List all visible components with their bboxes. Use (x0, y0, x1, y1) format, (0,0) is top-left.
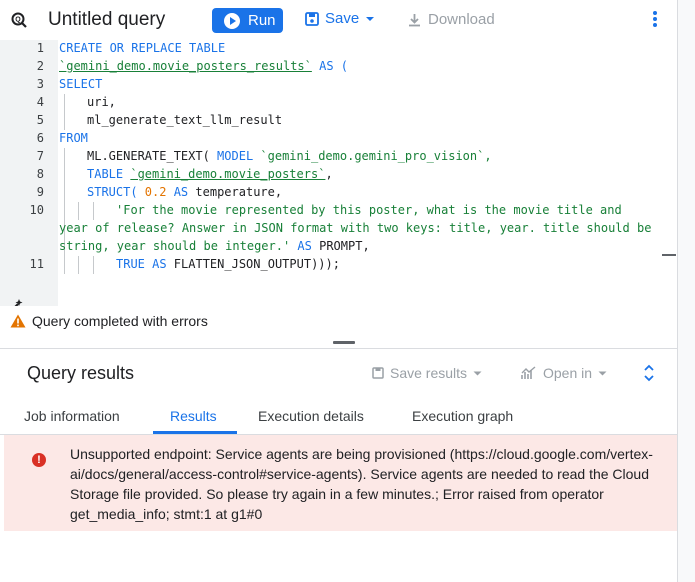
error-icon: ! (32, 453, 46, 467)
line-number: 10 (29, 203, 44, 217)
query-title[interactable]: Untitled query (48, 9, 165, 31)
code-line: 'For the movie represented by this poste… (116, 203, 622, 217)
warning-icon (10, 314, 26, 328)
code-line: `gemini_demo.movie_posters_results` AS ( (59, 59, 348, 73)
save-button[interactable]: Save (305, 10, 375, 27)
query-results-panel: Query results Save results Open in Job i… (0, 348, 677, 582)
download-label: Download (428, 11, 495, 28)
code-line: ML.GENERATE_TEXT( MODEL `gemini_demo.gem… (87, 149, 492, 163)
chevron-down-icon (598, 371, 607, 375)
status-text: Query completed with errors (32, 313, 208, 329)
run-button[interactable]: Run (212, 8, 283, 33)
unfold-icon[interactable] (642, 363, 656, 383)
results-tabs: Job information Results Execution detail… (0, 399, 677, 435)
open-in-label: Open in (543, 365, 593, 381)
code-line: STRUCT( 0.2 AS temperature, (87, 185, 283, 199)
line-number: 9 (36, 185, 44, 199)
code-area[interactable]: CREATE OR REPLACE TABLE `gemini_demo.mov… (58, 40, 662, 306)
line-number: 3 (36, 77, 44, 91)
line-number: 1 (36, 41, 44, 55)
tab-job-information[interactable]: Job information (24, 408, 120, 424)
more-vert-icon[interactable] (651, 11, 659, 31)
run-label: Run (248, 12, 276, 29)
line-number: 7 (36, 149, 44, 163)
side-panel-edge (677, 0, 695, 582)
play-icon (224, 12, 240, 29)
error-message-box: ! Unsupported endpoint: Service agents a… (4, 435, 677, 531)
results-title: Query results (27, 363, 135, 383)
code-line: TRUE AS FLATTEN_JSON_OUTPUT))); (116, 257, 340, 271)
save-results-label: Save results (390, 365, 468, 381)
svg-text:Q: Q (15, 17, 21, 24)
tab-execution-graph[interactable]: Execution graph (412, 408, 513, 424)
query-status: Query completed with errors (0, 306, 662, 336)
scroll-marker (662, 254, 676, 256)
tab-execution-details[interactable]: Execution details (258, 408, 364, 424)
line-number: 6 (36, 131, 44, 145)
code-line: year of release? Answer in JSON format w… (59, 221, 652, 235)
line-gutter: 1 2 3 4 5 6 7 8 9 10 11 (0, 40, 58, 314)
line-number: 5 (36, 113, 44, 127)
code-line: TABLE `gemini_demo.movie_posters`, (87, 167, 333, 181)
query-icon: Q (11, 12, 27, 28)
active-tab-indicator (153, 431, 237, 434)
download-icon (409, 13, 420, 26)
resize-handle[interactable] (333, 341, 355, 344)
chevron-down-icon (366, 16, 375, 21)
code-line: FROM (59, 131, 88, 145)
save-results-button[interactable]: Save results (372, 365, 482, 381)
code-line: SELECT (59, 77, 103, 91)
chart-icon (521, 366, 536, 379)
download-button[interactable]: Download (408, 11, 495, 28)
chevron-down-icon (473, 371, 482, 375)
tab-results[interactable]: Results (170, 408, 217, 424)
code-line: CREATE OR REPLACE TABLE (59, 41, 226, 55)
code-line: uri, (87, 95, 116, 109)
error-message: Unsupported endpoint: Service agents are… (70, 446, 653, 522)
code-line: string, year should be integer.' AS PROM… (59, 239, 370, 253)
save-label: Save (325, 10, 360, 27)
line-number: 2 (36, 59, 44, 73)
code-line: ml_generate_text_llm_result (87, 113, 283, 127)
sql-editor[interactable]: 1 2 3 4 5 6 7 8 9 10 11 CREATE OR REPLAC… (0, 40, 662, 314)
line-number: 11 (29, 257, 44, 271)
query-toolbar: Q Untitled query Run Save Download (0, 0, 677, 40)
save-icon (305, 11, 319, 26)
open-in-button[interactable]: Open in (521, 365, 607, 381)
line-number: 8 (36, 167, 44, 181)
save-icon (372, 367, 384, 379)
line-number: 4 (36, 95, 44, 109)
